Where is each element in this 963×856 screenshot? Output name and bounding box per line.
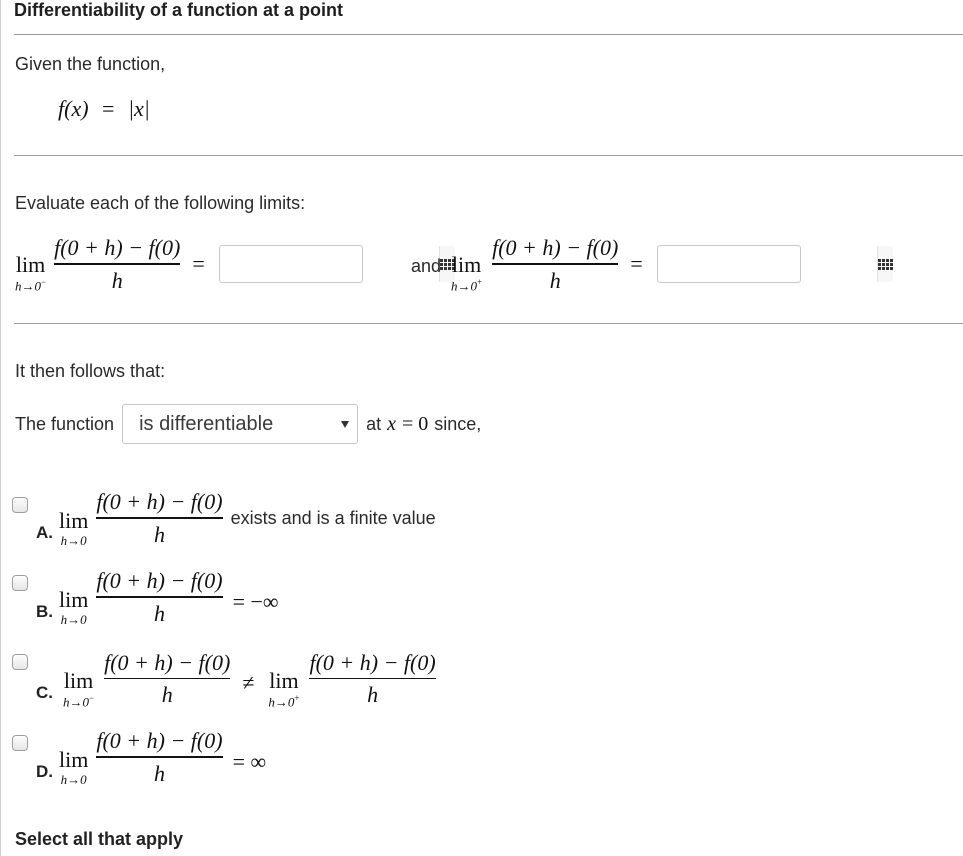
right-limit-input[interactable] xyxy=(657,246,877,283)
left-limit-answer[interactable] xyxy=(218,245,455,284)
difference-quotient: f(0 + h) − f(0) h xyxy=(309,649,436,708)
equals-sign: = xyxy=(630,251,643,277)
difference-quotient: f(0 + h) − f(0) h xyxy=(96,489,223,547)
numerator: f(0 + h) − f(0) xyxy=(54,235,181,260)
difference-quotient: f(0 + h) − f(0) h xyxy=(492,235,619,293)
function-lhs: f(x) xyxy=(58,96,89,121)
left-limit: lim h→0− f(0 + h) − f(0) h = xyxy=(15,235,455,294)
option-tail: exists and is a finite value xyxy=(230,508,436,528)
limit-operator: lim h→0 xyxy=(59,508,89,548)
right-limit: lim h→0+ f(0 + h) − f(0) h = xyxy=(451,235,893,294)
denominator: h xyxy=(161,682,173,708)
option-a: A. lim h→0 f(0 + h) − f(0) h exists and … xyxy=(36,489,436,548)
x-variable: x xyxy=(387,412,396,435)
denominator: h xyxy=(111,267,123,293)
numerator: f(0 + h) − f(0) xyxy=(96,728,223,754)
equals-sign: = xyxy=(192,251,205,277)
chevron-down-icon xyxy=(341,420,350,428)
right-limit-answer[interactable] xyxy=(656,245,893,284)
select-all-instruction: Select all that apply xyxy=(15,829,184,849)
divider xyxy=(14,323,963,324)
denominator: h xyxy=(153,760,165,786)
difference-quotient: f(0 + h) − f(0) h xyxy=(54,235,181,293)
conclusion-statement: The function is differentiable at x = 0 … xyxy=(15,404,481,444)
limit-operator: lim h→0 xyxy=(59,747,89,787)
option-tail: = −∞ xyxy=(232,588,279,614)
since-text: since, xyxy=(434,413,482,434)
option-b-checkbox[interactable] xyxy=(12,575,28,591)
option-letter: D. xyxy=(36,761,53,781)
numerator: f(0 + h) − f(0) xyxy=(309,649,436,675)
left-border xyxy=(0,0,1,856)
option-b: B. lim h→0 f(0 + h) − f(0) h = −∞ xyxy=(36,568,279,627)
differentiability-select[interactable]: is differentiable xyxy=(122,404,359,444)
page-title: Differentiability of a function at a poi… xyxy=(14,0,344,20)
limit-operator: lim h→0+ xyxy=(268,668,300,710)
denominator: h xyxy=(367,682,379,708)
difference-quotient: f(0 + h) − f(0) h xyxy=(104,649,231,708)
function-definition: f(x) = |x| xyxy=(58,96,150,122)
left-limit-input[interactable] xyxy=(219,246,439,283)
numerator: f(0 + h) − f(0) xyxy=(104,649,231,675)
option-d: D. lim h→0 f(0 + h) − f(0) h = ∞ xyxy=(36,728,267,787)
numerator: f(0 + h) − f(0) xyxy=(492,235,619,260)
option-a-checkbox[interactable] xyxy=(12,497,28,513)
at-text: at xyxy=(366,413,382,434)
follows-text: It then follows that: xyxy=(15,361,166,381)
denominator: h xyxy=(153,600,165,626)
statement-prefix: The function xyxy=(15,413,115,434)
select-value: is differentiable xyxy=(139,412,274,435)
denominator: h xyxy=(549,267,561,293)
equals-zero: = 0 xyxy=(401,412,429,435)
option-letter: B. xyxy=(36,601,53,621)
limit-operator: lim h→0− xyxy=(15,252,47,294)
option-letter: C. xyxy=(36,683,53,703)
divider xyxy=(14,34,963,35)
difference-quotient: f(0 + h) − f(0) h xyxy=(96,728,223,786)
option-c-checkbox[interactable] xyxy=(12,654,28,670)
not-equal-sign: ≠ xyxy=(242,670,255,696)
math-keypad-button[interactable] xyxy=(876,246,893,283)
limit-operator: lim h→0− xyxy=(63,668,95,710)
option-d-checkbox[interactable] xyxy=(12,735,28,751)
option-letter: A. xyxy=(36,522,53,542)
and-text: and xyxy=(411,256,442,276)
numerator: f(0 + h) − f(0) xyxy=(96,568,223,594)
option-tail: = ∞ xyxy=(232,748,267,774)
given-text: Given the function, xyxy=(15,54,166,74)
function-eq: = xyxy=(102,96,115,121)
limit-operator: lim h→0+ xyxy=(451,252,483,294)
limit-operator: lim h→0 xyxy=(59,587,89,627)
evaluate-text: Evaluate each of the following limits: xyxy=(15,193,306,213)
numerator: f(0 + h) − f(0) xyxy=(96,489,223,515)
function-rhs: |x| xyxy=(127,96,150,121)
keypad-icon xyxy=(877,258,893,270)
divider xyxy=(14,155,963,156)
denominator: h xyxy=(153,521,165,547)
difference-quotient: f(0 + h) − f(0) h xyxy=(96,568,223,626)
option-c: C. lim h→0− f(0 + h) − f(0) h ≠ lim h→0+… xyxy=(36,650,436,708)
